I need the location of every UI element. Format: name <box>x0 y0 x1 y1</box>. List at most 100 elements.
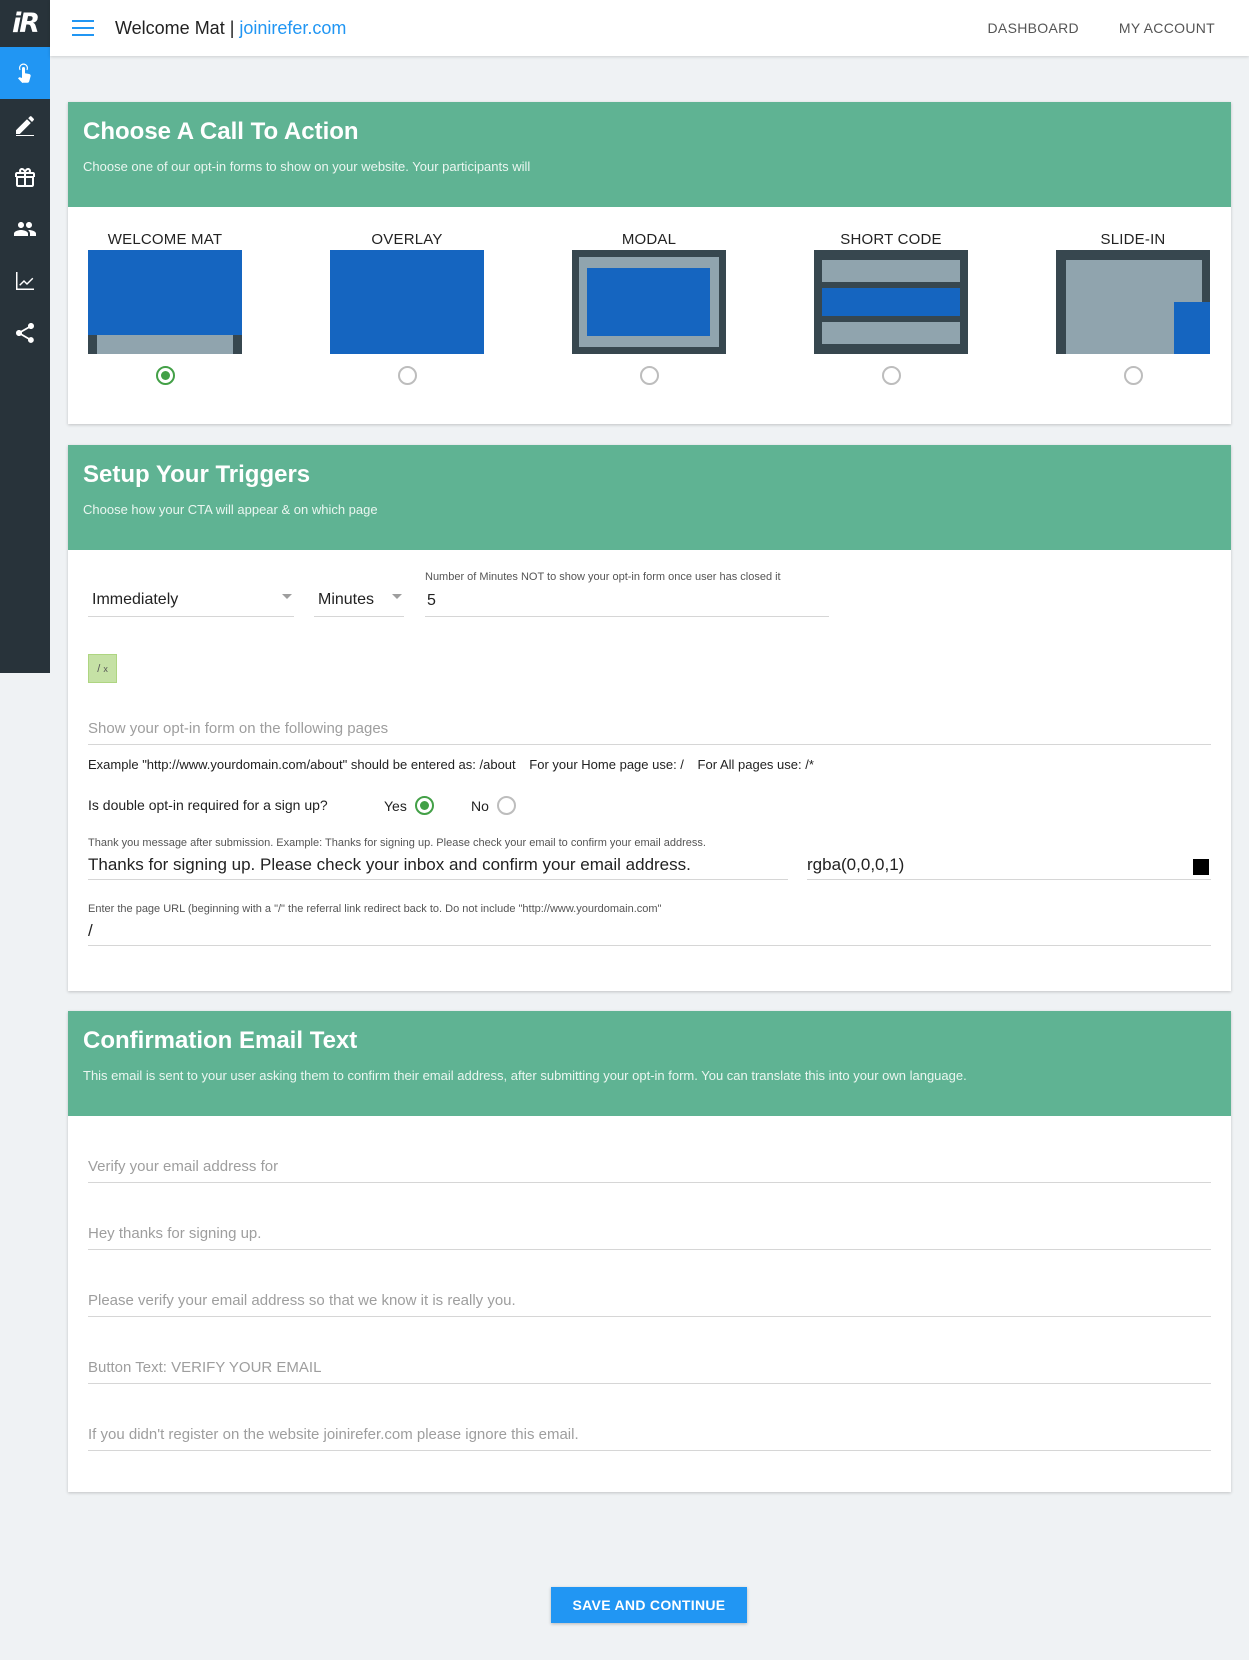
redirect-input-value: / <box>88 921 93 940</box>
email-footer-placeholder: If you didn't register on the website jo… <box>88 1426 579 1443</box>
email-greeting-placeholder: Hey thanks for signing up. <box>88 1225 262 1242</box>
cta-option-label: WELCOME MAT <box>107 231 223 248</box>
cta-option-slide-in[interactable]: SLIDE-IN <box>1056 231 1210 385</box>
email-subject-input[interactable]: Verify your email address for <box>88 1146 1211 1183</box>
minutes-label: Number of Minutes NOT to show your opt-i… <box>425 571 781 583</box>
confirmation-card-header: Confirmation Email Text This email is se… <box>68 1011 1231 1116</box>
top-nav: DASHBOARD MY ACCOUNT <box>984 20 1249 36</box>
email-body-placeholder: Please verify your email address so that… <box>88 1292 516 1309</box>
email-button-text-input[interactable]: Button Text: VERIFY YOUR EMAIL <box>88 1347 1211 1384</box>
sidebar: iR <box>0 0 50 673</box>
home-page-text: For your Home page use: / <box>529 757 684 772</box>
email-subject-placeholder: Verify your email address for <box>88 1158 279 1175</box>
page-tag-chip[interactable]: / x <box>88 654 117 683</box>
modal-thumbnail[interactable] <box>572 250 726 354</box>
triggers-card-subtitle: Choose how your CTA will appear & on whi… <box>83 502 378 517</box>
double-optin-yes[interactable]: Yes <box>384 796 434 815</box>
hamburger-menu-icon[interactable] <box>72 20 94 36</box>
cta-radio-overlay[interactable] <box>397 366 417 385</box>
email-greeting-input[interactable]: Hey thanks for signing up. <box>88 1213 1211 1250</box>
pages-input[interactable]: Show your opt-in form on the following p… <box>88 710 1211 745</box>
confirmation-card-title: Confirmation Email Text <box>83 1027 358 1054</box>
example-text: Example "http://www.yourdomain.com/about… <box>88 757 516 772</box>
people-icon <box>14 222 36 236</box>
gift-icon <box>15 168 35 187</box>
cta-radio-short-code[interactable] <box>881 366 901 385</box>
triggers-card-header: Setup Your Triggers Choose how your CTA … <box>68 445 1231 550</box>
short-code-thumbnail[interactable] <box>814 250 968 354</box>
pointer-hand-icon <box>18 63 31 83</box>
sidebar-item-analytics[interactable] <box>0 255 50 307</box>
page-tag-text: / <box>97 662 101 675</box>
tag-remove-icon[interactable]: x <box>103 664 108 674</box>
cta-option-short-code[interactable]: SHORT CODE <box>814 231 968 385</box>
thanks-input-value: Thanks for signing up. Please check your… <box>88 855 691 874</box>
welcome-mat-thumbnail[interactable] <box>88 250 242 354</box>
triggers-card: Setup Your Triggers Choose how your CTA … <box>68 445 1231 991</box>
minutes-input-value: 5 <box>427 592 436 609</box>
page-example-help: Example "http://www.yourdomain.com/about… <box>88 757 814 772</box>
sidebar-item-share[interactable] <box>0 307 50 359</box>
cta-option-label: MODAL <box>621 231 677 248</box>
cta-radio-slide-in[interactable] <box>1123 366 1143 385</box>
color-swatch[interactable] <box>1193 859 1209 875</box>
cta-option-label: SHORT CODE <box>840 231 942 248</box>
chevron-down-icon <box>282 594 292 599</box>
cta-options: WELCOME MAT OVERLAY MODAL SHORT CODE SLI… <box>68 207 1231 424</box>
cta-card: Choose A Call To Action Choose one of ou… <box>68 102 1231 424</box>
redirect-label: Enter the page URL (beginning with a "/"… <box>88 903 662 915</box>
nav-dashboard-link[interactable]: DASHBOARD <box>988 20 1079 36</box>
save-and-continue-button[interactable]: SAVE AND CONTINUE <box>551 1587 747 1623</box>
triggers-card-title: Setup Your Triggers <box>83 461 311 488</box>
email-body-input[interactable]: Please verify your email address so that… <box>88 1280 1211 1317</box>
cta-option-label: SLIDE-IN <box>1100 231 1166 248</box>
pages-input-placeholder: Show your opt-in form on the following p… <box>88 720 389 737</box>
trigger-select[interactable]: Immediately <box>88 585 294 617</box>
double-optin-yes-radio[interactable] <box>414 796 434 815</box>
chart-icon <box>16 272 34 290</box>
sidebar-item-cta[interactable] <box>0 47 50 99</box>
cta-option-label: OVERLAY <box>371 231 443 248</box>
overlay-thumbnail[interactable] <box>330 250 484 354</box>
sidebar-item-participants[interactable] <box>0 203 50 255</box>
page-title-text: Welcome Mat | <box>115 17 240 38</box>
yes-label: Yes <box>384 797 407 814</box>
cta-option-modal[interactable]: MODAL <box>572 231 726 385</box>
sidebar-item-design[interactable] <box>0 99 50 151</box>
all-pages-text: For All pages use: /* <box>697 757 814 772</box>
thanks-label: Thank you message after submission. Exam… <box>88 837 706 849</box>
cta-card-title: Choose A Call To Action <box>83 118 359 145</box>
slide-in-thumbnail[interactable] <box>1056 250 1210 354</box>
sidebar-item-rewards[interactable] <box>0 151 50 203</box>
app-logo[interactable]: iR <box>0 0 50 47</box>
cta-radio-welcome-mat[interactable] <box>155 366 175 385</box>
color-picker-input[interactable]: rgba(0,0,0,1) <box>807 850 1211 880</box>
cta-card-header: Choose A Call To Action Choose one of ou… <box>68 102 1231 207</box>
cta-card-subtitle: Choose one of our opt-in forms to show o… <box>83 159 531 174</box>
email-button-text-placeholder: Button Text: VERIFY YOUR EMAIL <box>88 1359 322 1376</box>
cta-option-overlay[interactable]: OVERLAY <box>330 231 484 385</box>
page-title: Welcome Mat | joinirefer.com <box>115 18 346 39</box>
nav-my-account-link[interactable]: MY ACCOUNT <box>1119 20 1215 36</box>
confirmation-card: Confirmation Email Text This email is se… <box>68 1011 1231 1492</box>
share-icon <box>16 323 34 343</box>
email-footer-input[interactable]: If you didn't register on the website jo… <box>88 1414 1211 1451</box>
cta-radio-modal[interactable] <box>639 366 659 385</box>
double-optin-question: Is double opt-in required for a sign up? <box>88 797 328 813</box>
chevron-down-icon <box>392 594 402 599</box>
no-label: No <box>471 797 489 814</box>
confirmation-card-subtitle: This email is sent to your user asking t… <box>83 1068 967 1083</box>
double-optin-no-radio[interactable] <box>496 796 516 815</box>
minutes-input[interactable]: 5 <box>425 586 829 617</box>
domain-link[interactable]: joinirefer.com <box>239 18 346 38</box>
unit-select[interactable]: Minutes <box>314 585 404 617</box>
thanks-input[interactable]: Thanks for signing up. Please check your… <box>88 850 788 880</box>
trigger-select-value: Immediately <box>92 591 179 608</box>
pencil-icon <box>16 116 34 136</box>
redirect-input[interactable]: / <box>88 917 1211 946</box>
color-input-value: rgba(0,0,0,1) <box>807 855 905 874</box>
double-optin-no[interactable]: No <box>471 796 516 815</box>
unit-select-value: Minutes <box>318 591 375 608</box>
top-bar: Welcome Mat | joinirefer.com DASHBOARD M… <box>50 0 1249 56</box>
cta-option-welcome-mat[interactable]: WELCOME MAT <box>88 231 242 385</box>
